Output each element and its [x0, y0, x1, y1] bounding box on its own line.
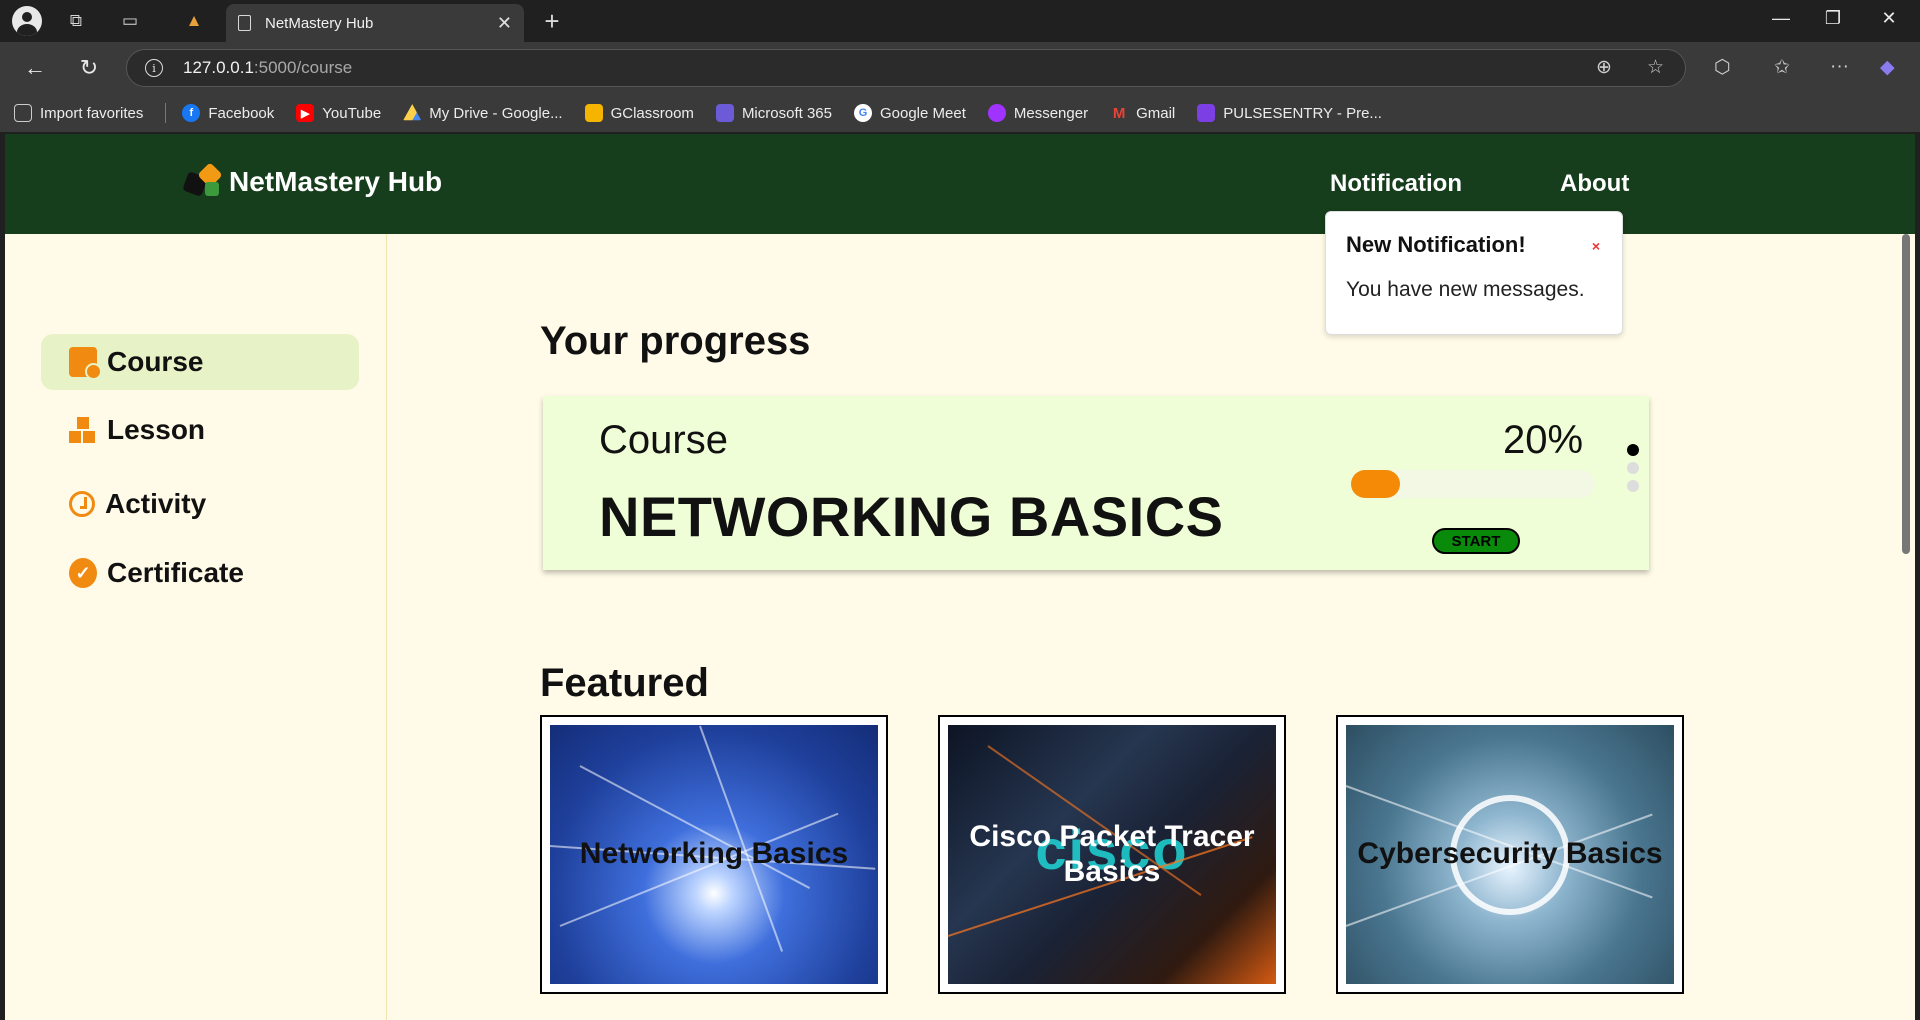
puzzle-logo-icon [182, 162, 225, 200]
fav-import[interactable]: Import favorites [14, 104, 143, 122]
progress-percent: 20% [1503, 418, 1584, 462]
google-drive-icon [403, 104, 422, 121]
workspaces-icon[interactable]: ⧉ [62, 7, 90, 35]
back-icon[interactable]: ← [20, 53, 50, 83]
address-bar-row: ← ↻ i 127.0.0.1:5000/course ⊕ ☆ ⬡ ✩ ··· … [0, 42, 1920, 94]
page: NetMastery Hub Notification About New No… [5, 134, 1915, 1020]
progress-bar [1351, 470, 1595, 498]
browser-tab-bar: ⧉ ▭ ▲ NetMastery Hub ✕ + — ❐ ✕ [0, 0, 1920, 42]
facebook-icon: f [182, 104, 201, 122]
sidebar-item-label: Course [107, 346, 204, 377]
close-tab-icon[interactable]: ✕ [497, 13, 512, 34]
new-tab-icon[interactable]: + [538, 6, 566, 36]
url-path: :5000/course [253, 58, 353, 77]
fav-google-meet[interactable]: G Google Meet [853, 104, 966, 122]
brand-name: NetMastery Hub [229, 166, 443, 197]
notification-message: You have new messages. [1346, 278, 1585, 301]
progress-card: Course NETWORKING BASICS 20% START [543, 396, 1649, 570]
favorite-star-icon[interactable]: ☆ [1647, 56, 1664, 79]
progress-heading: Your progress [540, 319, 811, 363]
featured-card-networking[interactable]: Networking Basics [540, 715, 888, 994]
progress-course-name: NETWORKING BASICS [599, 485, 1224, 548]
fav-gclassroom[interactable]: GClassroom [584, 104, 694, 122]
fav-messenger[interactable]: Messenger [987, 104, 1088, 122]
cisco-image: cisco Cisco Packet Tracer Basics [948, 725, 1276, 984]
vertical-tabs-icon[interactable]: ▭ [116, 7, 144, 35]
gclassroom-icon [584, 104, 603, 122]
certificate-icon: ✓ [69, 558, 97, 588]
url-host: 127.0.0.1 [183, 58, 254, 77]
card-title: Networking Basics [579, 837, 849, 871]
sidebar-item-certificate[interactable]: ✓ Certificate [41, 545, 359, 601]
progress-label: Course [599, 418, 728, 462]
sidebar-item-activity[interactable]: Activity [41, 476, 359, 532]
page-scrollbar[interactable] [1902, 234, 1910, 554]
sidebar-item-label: Activity [105, 488, 207, 519]
fav-pulsesentry[interactable]: PULSESENTRY - Pre... [1197, 104, 1382, 122]
notification-popup: New Notification! × You have new message… [1325, 211, 1623, 335]
page-icon [238, 15, 251, 31]
fav-google-drive[interactable]: My Drive - Google... [403, 104, 563, 122]
pinned-tab-icon[interactable]: ▲ [180, 7, 208, 35]
card-title: Cybersecurity Basics [1357, 837, 1663, 871]
import-icon [14, 104, 32, 122]
networking-image: Networking Basics [550, 725, 878, 984]
sidebar-item-label: Certificate [107, 557, 244, 588]
carousel-dot[interactable] [1627, 480, 1639, 492]
restore-icon[interactable]: ❐ [1810, 8, 1856, 29]
course-icon [69, 347, 102, 380]
favorites-icon[interactable]: ✩ [1774, 56, 1790, 79]
tab-title: NetMastery Hub [265, 14, 374, 32]
fav-facebook[interactable]: f Facebook [182, 104, 274, 122]
active-tab[interactable]: NetMastery Hub ✕ [226, 4, 524, 42]
close-icon[interactable]: × [1592, 238, 1600, 254]
activity-icon [69, 491, 95, 517]
minimize-icon[interactable]: — [1758, 8, 1804, 29]
extensions-icon[interactable]: ⬡ [1714, 56, 1731, 79]
nav-about[interactable]: About [1560, 170, 1629, 198]
sidebar-item-label: Lesson [107, 414, 206, 445]
youtube-icon: ▶ [296, 104, 315, 122]
card-title: Cisco Packet Tracer Basics [969, 820, 1255, 888]
site-info-icon[interactable]: i [145, 59, 163, 77]
copilot-icon[interactable]: ◆ [1880, 56, 1895, 79]
messenger-icon [987, 104, 1006, 122]
url-input[interactable]: i 127.0.0.1:5000/course [126, 49, 1686, 87]
fav-microsoft-365[interactable]: Microsoft 365 [715, 104, 832, 122]
close-window-icon[interactable]: ✕ [1866, 8, 1912, 29]
more-icon[interactable]: ··· [1830, 56, 1849, 78]
progress-bar-fill [1351, 470, 1400, 498]
lesson-icon [69, 415, 97, 445]
profile-icon[interactable] [12, 6, 42, 36]
sidebar-item-course[interactable]: Course [41, 334, 359, 390]
cybersecurity-image: Cybersecurity Basics [1346, 725, 1674, 984]
microsoft-365-icon [715, 104, 734, 122]
notification-title: New Notification! [1346, 232, 1526, 257]
carousel-dot[interactable] [1627, 462, 1639, 474]
featured-card-cybersecurity[interactable]: Cybersecurity Basics [1336, 715, 1684, 994]
site-header: NetMastery Hub Notification About [5, 134, 1915, 234]
brand-logo[interactable]: NetMastery Hub [182, 162, 443, 200]
pulsesentry-icon [1197, 104, 1216, 122]
sidebar: Course Lesson Activity ✓ Certificate [5, 234, 387, 1020]
gmail-icon: M [1112, 104, 1126, 122]
fav-gmail[interactable]: M Gmail [1110, 104, 1175, 122]
favorites-divider [165, 103, 167, 123]
featured-card-cisco[interactable]: cisco Cisco Packet Tracer Basics [938, 715, 1286, 994]
featured-heading: Featured [540, 661, 709, 705]
carousel-dot-active[interactable] [1627, 444, 1639, 456]
zoom-icon[interactable]: ⊕ [1596, 56, 1612, 79]
refresh-icon[interactable]: ↻ [74, 53, 104, 83]
sidebar-item-lesson[interactable]: Lesson [41, 402, 359, 458]
fav-youtube[interactable]: ▶ YouTube [296, 104, 381, 122]
start-button[interactable]: START [1432, 528, 1520, 554]
favorites-bar: Import favorites f Facebook ▶ YouTube My D… [0, 94, 1920, 132]
nav-notification[interactable]: Notification [1330, 170, 1462, 198]
google-icon: G [853, 104, 872, 122]
